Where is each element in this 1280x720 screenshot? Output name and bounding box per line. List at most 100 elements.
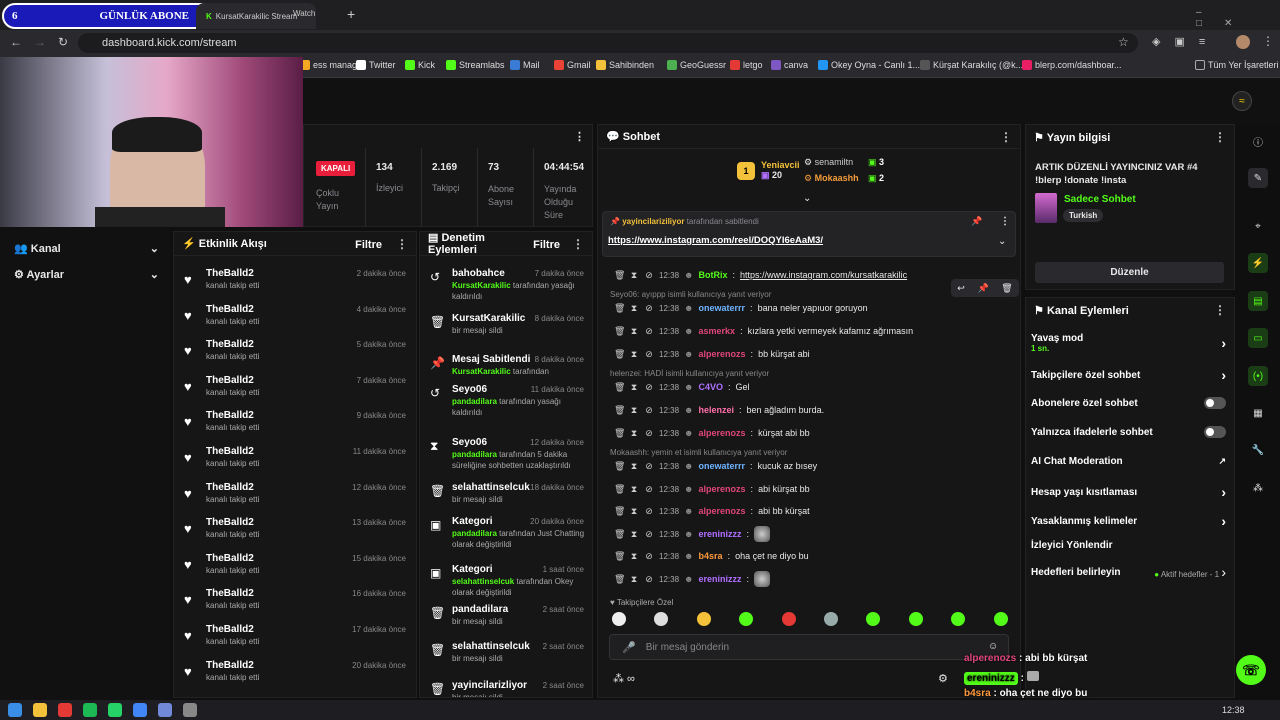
chat-username[interactable]: b4sra [699, 551, 723, 561]
goals-row[interactable]: Hedefleri belirleyin ● Aktif hedefler - 1… [1031, 564, 1226, 580]
delete-icon[interactable]: 🗑 [614, 529, 625, 540]
emote-button[interactable] [824, 612, 838, 626]
info-icon[interactable]: ⓘ [1248, 131, 1268, 151]
mod-filter-button[interactable]: Filtre [533, 239, 560, 251]
timeout-icon[interactable]: ⧗ [629, 428, 639, 439]
window-controls[interactable]: –□✕ [1196, 7, 1280, 29]
activity-user[interactable]: TheBalld2 [206, 268, 254, 279]
bookmark-item[interactable]: Okey Oyna - Canlı 1... [818, 60, 920, 70]
chat-username[interactable]: onewaterrr [699, 461, 746, 471]
edit-icon[interactable]: ✎ [1248, 168, 1268, 188]
activity-user[interactable]: TheBalld2 [206, 446, 254, 457]
bookmark-item[interactable]: canva [771, 60, 808, 70]
bookmark-item[interactable]: Kürşat Karakılıç (@k... [920, 60, 1023, 70]
chat-username[interactable]: alperenozs [699, 506, 746, 516]
ban-icon[interactable]: ⊘ [644, 349, 654, 360]
mod-actor[interactable]: pandadilara [452, 397, 497, 406]
chrome-icon[interactable] [133, 703, 147, 717]
chat-username[interactable]: alperenozs [699, 428, 746, 438]
timeout-icon[interactable]: ⧗ [629, 506, 639, 517]
profile-avatar[interactable] [1236, 35, 1250, 49]
ban-icon[interactable]: ⊘ [644, 551, 654, 562]
bookmark-item[interactable]: Twitter [356, 60, 396, 70]
chat-settings-icon[interactable]: ⚙ [938, 672, 948, 685]
emote-button[interactable] [781, 612, 796, 626]
timeout-icon[interactable]: ⧗ [629, 349, 639, 360]
timeout-icon[interactable]: ⧗ [629, 270, 639, 281]
bookmark-item[interactable]: Mail [510, 60, 540, 70]
timeout-icon[interactable]: ⧗ [629, 529, 639, 540]
layout-icon[interactable]: ▦ [1248, 403, 1268, 423]
timeout-icon[interactable]: ⧗ [629, 303, 639, 314]
delete-icon[interactable]: 🗑 [614, 506, 625, 517]
ban-icon[interactable]: ⊘ [644, 529, 654, 540]
channel-actions-menu-icon[interactable]: ⋮ [1214, 303, 1226, 317]
stats-menu-icon[interactable]: ⋮ [574, 130, 585, 143]
subs-only-toggle[interactable] [1204, 397, 1226, 409]
ban-icon[interactable]: ⊘ [644, 506, 654, 517]
mic-icon[interactable]: 🎤 [622, 641, 636, 654]
activity-user[interactable]: TheBalld2 [206, 624, 254, 635]
delete-icon[interactable]: 🗑 [614, 303, 625, 314]
bookmark-item[interactable]: Streamlabs [446, 60, 505, 70]
ban-icon[interactable]: ⊘ [644, 382, 654, 393]
activity-user[interactable]: TheBalld2 [206, 660, 254, 671]
delete-icon[interactable]: 🗑 [614, 574, 625, 585]
wrench-icon[interactable]: 🔧 [1248, 440, 1268, 460]
account-age-row[interactable]: Hesap yaşı kısıtlaması › [1031, 484, 1226, 500]
obs-icon[interactable] [183, 703, 197, 717]
timeout-icon[interactable]: ⧗ [629, 461, 639, 472]
mod-action-title[interactable]: bahobahce [452, 268, 505, 279]
ban-icon[interactable]: ⊘ [644, 461, 654, 472]
target-icon[interactable]: ⌖ [1248, 216, 1268, 236]
chat-username[interactable]: C4VO [699, 382, 724, 392]
chat-menu-icon[interactable]: ⋮ [1000, 130, 1012, 144]
mod-action-title[interactable]: Seyo06 [452, 384, 487, 395]
activity-menu-icon[interactable]: ⋮ [396, 237, 408, 251]
redirect-viewers-row[interactable]: İzleyici Yönlendir [1031, 540, 1226, 551]
leaderboard-expand-icon[interactable]: ⌄ [803, 193, 811, 204]
ban-icon[interactable]: ⊘ [644, 303, 654, 314]
activity-user[interactable]: TheBalld2 [206, 410, 254, 421]
support-chat-button[interactable]: ☏ [1236, 655, 1266, 685]
mod-action-title[interactable]: KursatKarakilic [452, 313, 525, 324]
info-menu-icon[interactable]: ⋮ [1214, 130, 1226, 144]
unpin-icon[interactable]: 📌 [971, 216, 982, 227]
bookmark-item[interactable]: Kick [405, 60, 435, 70]
bookmark-star-icon[interactable]: ☆ [1118, 35, 1129, 49]
delete-icon[interactable]: 🗑 [614, 428, 625, 439]
emoji-icon[interactable]: ☺ [988, 641, 998, 652]
activity-user[interactable]: TheBalld2 [206, 553, 254, 564]
pinned-menu-icon[interactable]: ⋮ [1000, 216, 1010, 227]
chat-username[interactable]: BotRix [699, 270, 728, 280]
pinned-expand-icon[interactable]: ⌄ [998, 236, 1006, 247]
mod-menu-icon[interactable]: ⋮ [572, 237, 584, 251]
activity-user[interactable]: TheBalld2 [206, 339, 254, 350]
chat-username[interactable]: onewaterrr [699, 303, 746, 313]
mod-actor[interactable]: KursatKarakilic [452, 367, 511, 376]
emote-button[interactable] [612, 612, 626, 626]
pin-icon[interactable]: 📌 [977, 283, 988, 294]
activity-user[interactable]: TheBalld2 [206, 375, 254, 386]
chat-username[interactable]: ereninizzz [699, 529, 742, 539]
activity-user[interactable]: TheBalld2 [206, 482, 254, 493]
nodes-icon[interactable]: ⁂ [1248, 478, 1268, 498]
delete-icon[interactable]: 🗑 [614, 484, 625, 495]
timeout-icon[interactable]: ⧗ [629, 484, 639, 495]
mod-actor[interactable]: pandadilara [452, 529, 497, 538]
reload-icon[interactable]: ↻ [58, 35, 68, 49]
bookmarks-folder[interactable]: Tüm Yer İşaretleri [1195, 60, 1279, 70]
mod-action-title[interactable]: yayincilarizliyor [452, 680, 527, 691]
delete-icon[interactable]: 🗑 [614, 326, 625, 337]
bookmark-item[interactable]: Sahibinden [596, 60, 654, 70]
chat-username[interactable]: ereninizzz [699, 574, 742, 584]
browser-menu-icon[interactable]: ⋮ [1262, 34, 1274, 48]
followers-only-row[interactable]: Takipçilere özel sohbet › [1031, 367, 1226, 383]
activity-user[interactable]: TheBalld2 [206, 304, 254, 315]
sidebar-item-ayarlar[interactable]: ⚙ Ayarlar ⌄ [14, 268, 159, 281]
windows-start-icon[interactable] [8, 703, 22, 717]
slow-mode-row[interactable]: Yavaş mod 1 sn. › [1031, 333, 1226, 353]
delete-icon[interactable]: 🗑 [614, 349, 625, 360]
spotify-icon[interactable] [83, 703, 97, 717]
delete-icon[interactable]: 🗑 [614, 270, 625, 281]
